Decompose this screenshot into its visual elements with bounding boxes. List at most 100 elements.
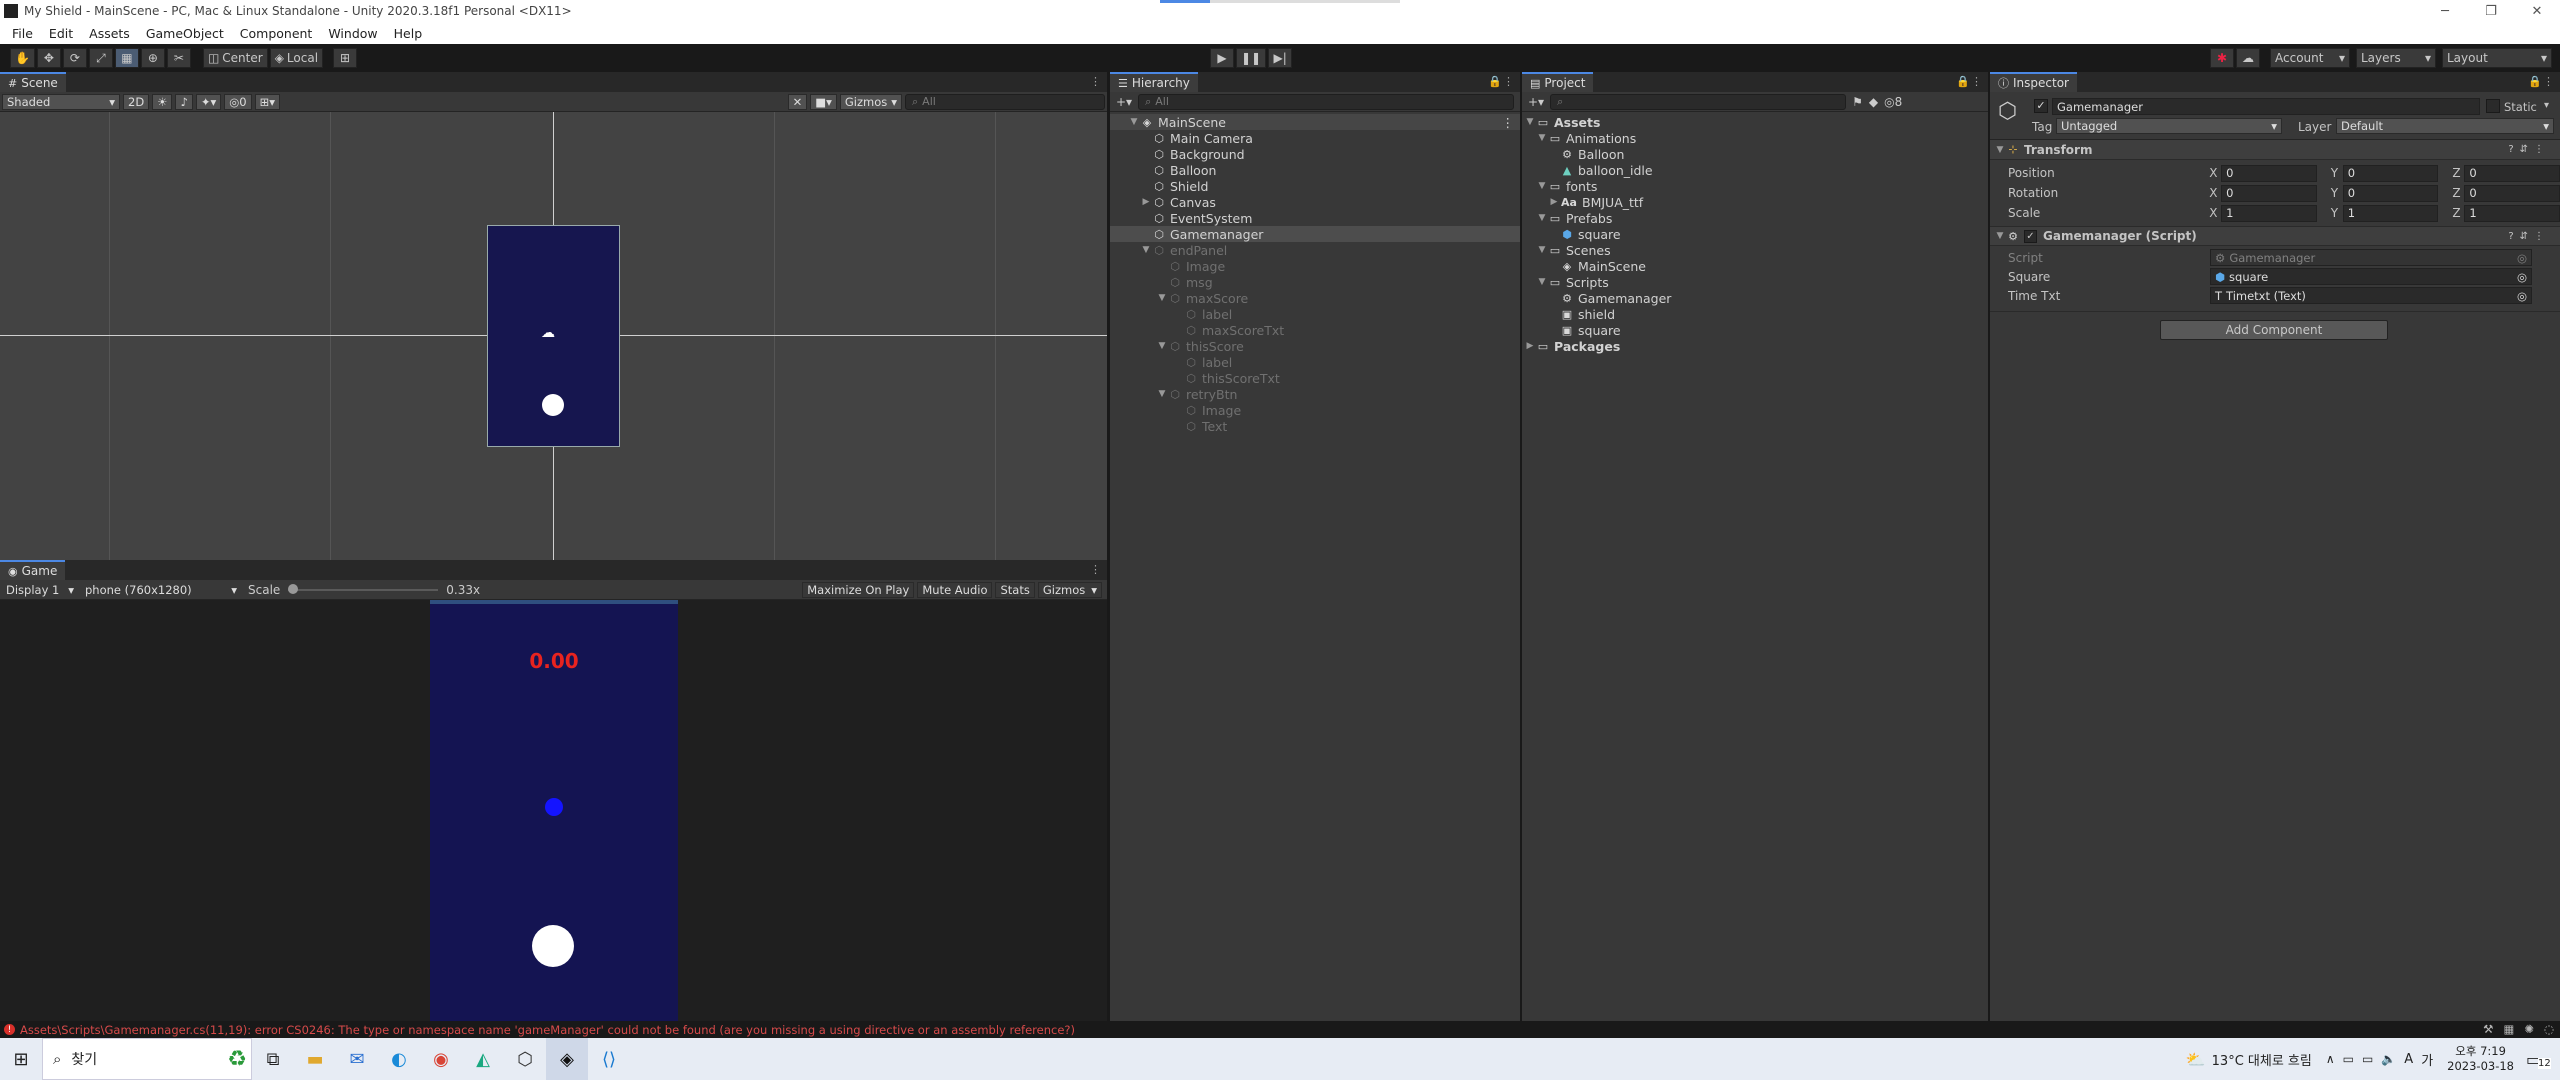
camera-icon[interactable]: ■▾ <box>810 93 837 110</box>
custom-tool-icon[interactable]: ✂ <box>166 48 191 68</box>
tab-game[interactable]: ◉ Game <box>0 560 66 580</box>
layer-dropdown[interactable]: Default ▾ <box>2336 118 2554 134</box>
maximize-on-play-toggle[interactable]: Maximize On Play <box>802 581 915 598</box>
unity-hub-icon[interactable]: ⬡ <box>504 1038 546 1080</box>
project-item[interactable]: ◈ MainScene <box>1522 258 1988 274</box>
rotation-x-field[interactable]: 0 <box>2221 184 2317 202</box>
project-search[interactable]: ⌕ <box>1550 93 1847 110</box>
pivot-toggle[interactable]: ◫ Center <box>202 48 268 68</box>
panel-menu-icon[interactable]: ⋮ <box>1971 75 1982 88</box>
timetxt-reference-field[interactable]: T Timetxt (Text) ◎ <box>2210 287 2532 304</box>
search-by-label-icon[interactable]: ◆ <box>1869 95 1878 109</box>
rotate-tool-icon[interactable]: ⟳ <box>62 48 87 68</box>
position-y-field[interactable]: 0 <box>2342 164 2439 182</box>
edge-icon[interactable]: ◐ <box>378 1038 420 1080</box>
weather-text[interactable]: 13°C 대체로 흐림 <box>2212 1050 2312 1069</box>
hierarchy-item[interactable]: ⬡ EventSystem <box>1110 210 1520 226</box>
restore-icon[interactable]: ❐ <box>2468 0 2514 22</box>
menu-gameobject[interactable]: GameObject <box>138 26 232 41</box>
hierarchy-item[interactable]: ▼ ⬡ endPanel <box>1110 242 1520 258</box>
lock-icon[interactable]: 🔒 <box>1488 75 1502 88</box>
add-icon[interactable]: +▾ <box>1116 95 1132 109</box>
project-item[interactable]: ▼ ▭ Prefabs <box>1522 210 1988 226</box>
debug-mode-icon[interactable]: ✺ <box>2524 1022 2534 1036</box>
hidden-packages-toggle[interactable]: ◎8 <box>1884 95 1902 109</box>
project-item[interactable]: ▼ ▭ fonts <box>1522 178 1988 194</box>
mute-audio-toggle[interactable]: Mute Audio <box>917 581 993 598</box>
cache-icon[interactable]: ▦ <box>2503 1022 2514 1036</box>
hierarchy-item[interactable]: ⬡ Image <box>1110 402 1520 418</box>
menu-edit[interactable]: Edit <box>41 26 81 41</box>
tab-project[interactable]: ▤ Project <box>1522 72 1594 92</box>
ime-mode[interactable]: A <box>2404 1052 2413 1067</box>
expand-arrow-icon[interactable]: ▼ <box>1536 277 1548 287</box>
lock-icon[interactable]: 🔒 <box>1956 75 1970 88</box>
minimize-icon[interactable]: ─ <box>2422 0 2468 22</box>
stats-toggle[interactable]: Stats <box>995 581 1035 598</box>
step-button[interactable]: ▶| <box>1268 48 1293 68</box>
scene-search[interactable]: ⌕ All <box>905 93 1105 110</box>
expand-arrow-icon[interactable]: ▼ <box>1536 181 1548 191</box>
project-item[interactable]: ▼ ▭ Assets <box>1522 114 1988 130</box>
panel-menu-icon[interactable]: ⋮ <box>2543 75 2554 88</box>
expand-arrow-icon[interactable]: ▼ <box>1156 389 1168 399</box>
grid-snap-icon[interactable]: ⊞ <box>333 48 358 68</box>
hierarchy-item[interactable]: ▼ ⬡ retryBtn <box>1110 386 1520 402</box>
project-item[interactable]: ▼ ▭ Scripts <box>1522 274 1988 290</box>
tools-icon[interactable]: ✕ <box>787 93 808 110</box>
progress-icon[interactable]: ⚒ <box>2483 1022 2493 1036</box>
pause-button[interactable]: ❚❚ <box>1236 48 1267 68</box>
panel-menu-icon[interactable]: ⋮ <box>1503 75 1514 88</box>
component-actions-icon[interactable]: ?⇵⋮ <box>2508 231 2550 242</box>
2d-toggle[interactable]: 2D <box>123 93 150 110</box>
hierarchy-item[interactable]: ⬡ label <box>1110 306 1520 322</box>
auto-refresh-icon[interactable]: ◌ <box>2544 1022 2554 1036</box>
hierarchy-item[interactable]: ⬡ Shield <box>1110 178 1520 194</box>
play-button[interactable]: ▶ <box>1210 48 1234 68</box>
lighting-icon[interactable]: ☀ <box>152 93 173 110</box>
hand-tool-icon[interactable]: ✋ <box>10 48 35 68</box>
project-item[interactable]: ⬢ square <box>1522 226 1988 242</box>
notification-center-icon[interactable]: ▭ 12 <box>2526 1050 2554 1069</box>
project-item[interactable]: ▶ ▭ Packages <box>1522 338 1988 354</box>
add-component-button[interactable]: Add Component <box>2160 320 2388 340</box>
unity-editor-icon[interactable]: ◈ <box>546 1038 588 1080</box>
project-item[interactable]: ▲ balloon_idle <box>1522 162 1988 178</box>
collapse-arrow-icon[interactable]: ▶ <box>1548 197 1560 207</box>
expand-arrow-icon[interactable]: ▼ <box>1156 341 1168 351</box>
position-x-field[interactable]: 0 <box>2221 164 2317 182</box>
vscode-icon[interactable]: ⟨⟩ <box>588 1038 630 1080</box>
collab-icon[interactable]: ✱ <box>2210 48 2234 68</box>
hierarchy-item[interactable]: ▼ ⬡ thisScore <box>1110 338 1520 354</box>
scale-y-field[interactable]: 1 <box>2342 204 2439 222</box>
gizmos-dropdown[interactable]: Gizmos ▾ <box>839 93 902 110</box>
position-z-field[interactable]: 0 <box>2464 164 2560 182</box>
project-item[interactable]: ▣ shield <box>1522 306 1988 322</box>
script-component-header[interactable]: ▼ ⚙ ✓ Gamemanager (Script) ?⇵⋮ <box>1990 226 2560 246</box>
hierarchy-item[interactable]: ⬡ thisScoreTxt <box>1110 370 1520 386</box>
resolution-dropdown[interactable]: phone (760x1280) ▾ <box>81 582 241 598</box>
app-icon[interactable]: ◭ <box>462 1038 504 1080</box>
display-icon[interactable]: ▭ <box>2362 1052 2373 1066</box>
collapse-arrow-icon[interactable]: ▶ <box>1524 341 1536 351</box>
project-item[interactable]: ▶ Aa BMJUA_ttf <box>1522 194 1988 210</box>
draw-mode-dropdown[interactable]: Shaded ▾ <box>2 93 120 110</box>
expand-arrow-icon[interactable]: ▼ <box>1140 245 1152 255</box>
menu-component[interactable]: Component <box>232 26 321 41</box>
rotation-z-field[interactable]: 0 <box>2464 184 2560 202</box>
hierarchy-item[interactable]: ▼ ⬡ maxScore <box>1110 290 1520 306</box>
scale-tool-icon[interactable]: ⤢ <box>88 48 113 68</box>
menu-help[interactable]: Help <box>386 26 431 41</box>
hierarchy-item-selected[interactable]: ⬡ Gamemanager <box>1110 226 1520 242</box>
windows-start-icon[interactable]: ⊞ <box>0 1038 42 1080</box>
splitter[interactable] <box>1988 72 1990 1021</box>
hierarchy-item[interactable]: ▶ ⬡ Canvas <box>1110 194 1520 210</box>
grid-icon[interactable]: ⊞▾ <box>254 93 281 110</box>
project-item[interactable]: ▣ square <box>1522 322 1988 338</box>
layers-dropdown[interactable]: Layers ▾ <box>2356 48 2436 68</box>
scale-z-field[interactable]: 1 <box>2464 204 2560 222</box>
expand-arrow-icon[interactable]: ▼ <box>1994 145 2006 155</box>
expand-arrow-icon[interactable]: ▼ <box>1536 133 1548 143</box>
object-picker-icon[interactable]: ◎ <box>2517 270 2527 284</box>
rect-tool-icon[interactable]: ▦ <box>114 48 139 68</box>
